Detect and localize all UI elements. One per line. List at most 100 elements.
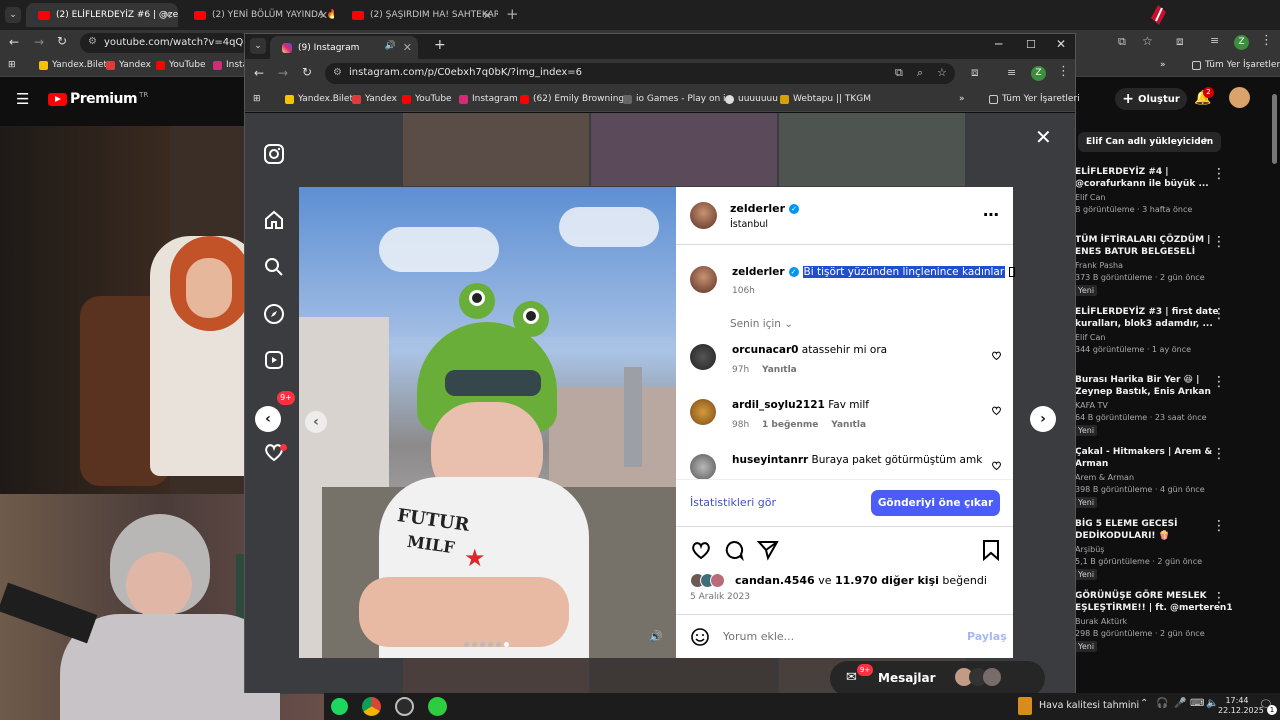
share-paper-plane-icon[interactable] — [757, 539, 779, 561]
bookmark-io-games[interactable]: io Games - Play on i... — [623, 94, 734, 104]
volume-icon[interactable]: 🔈 — [1206, 698, 1218, 709]
bookmark-youtube[interactable]: YouTube — [156, 60, 206, 70]
video-options-icon[interactable]: ⋮ — [1212, 306, 1226, 322]
user-avatar[interactable] — [1229, 87, 1250, 108]
back-arrow-icon[interactable]: ← — [254, 66, 264, 80]
tab-youtube-eliflerdeyiz[interactable]: (2) ELİFLERDEYİZ #6 | @zelderle ✕ — [26, 3, 178, 27]
youtube-premium-logo[interactable]: Premium TR — [48, 91, 148, 107]
star-icon[interactable]: ☆ — [937, 66, 947, 79]
like-heart-icon[interactable] — [690, 539, 712, 561]
next-post-button[interactable]: › — [1030, 406, 1056, 432]
search-icon[interactable] — [263, 256, 285, 278]
boost-post-button[interactable]: Gönderiyi öne çıkar — [871, 490, 1000, 516]
bookmarks-overflow-icon[interactable]: » — [959, 94, 965, 104]
profile-avatar[interactable]: Z — [1031, 66, 1046, 81]
grid-thumbnail[interactable] — [591, 113, 777, 186]
comment-like-heart-icon[interactable] — [991, 460, 1002, 471]
tab-search-button[interactable]: ⌄ — [250, 38, 266, 54]
chrome-icon[interactable] — [362, 697, 381, 716]
clock[interactable]: 17:44 22.12.2025 — [1218, 696, 1264, 716]
site-info-icon[interactable]: ⚙ — [88, 36, 97, 47]
more-options-icon[interactable]: ⋯ — [983, 205, 1000, 224]
extensions-icon[interactable]: ⧈ — [1176, 34, 1184, 49]
window-close-icon[interactable]: ✕ — [1056, 37, 1066, 51]
video-options-icon[interactable]: ⋮ — [1212, 374, 1226, 390]
close-modal-icon[interactable]: ✕ — [1035, 125, 1052, 149]
comment-bubble-icon[interactable] — [723, 539, 745, 561]
chevron-right-icon[interactable]: › — [1203, 133, 1208, 148]
video-options-icon[interactable]: ⋮ — [1212, 234, 1226, 250]
video-options-icon[interactable]: ⋮ — [1212, 166, 1226, 182]
media-control-icon[interactable]: ≡ — [1007, 66, 1016, 79]
spotify-icon[interactable] — [331, 698, 348, 715]
weather-text[interactable]: Hava kalitesi tahmini — [1039, 700, 1139, 711]
home-icon[interactable] — [263, 209, 285, 231]
post-location[interactable]: İstanbul — [730, 219, 768, 230]
sidebar-video-item[interactable]: Çakal - Hitmakers | Arem & Arman Arem & … — [1075, 446, 1275, 508]
reply-button[interactable]: Yanıtla — [831, 420, 866, 430]
bookmark-instagram[interactable]: Insta — [213, 60, 248, 70]
comment-likes[interactable]: 1 beğenme — [762, 420, 818, 430]
bookmark-uuuuuuu[interactable]: uuuuuuu — [725, 94, 778, 104]
bookmark-yandex-bilet[interactable]: Yandex.Bilet — [285, 94, 353, 104]
bookmark-emily-browning[interactable]: (62) Emily Browning... — [520, 94, 633, 104]
save-bookmark-icon[interactable] — [981, 539, 1001, 561]
obs-icon[interactable] — [395, 697, 414, 716]
minimize-icon[interactable]: ─ — [995, 37, 1002, 51]
star-icon[interactable]: ☆ — [1142, 34, 1153, 48]
show-hidden-icons[interactable]: ⌃ — [1140, 698, 1148, 709]
reload-icon[interactable]: ↻ — [302, 65, 312, 79]
comment-like-heart-icon[interactable] — [991, 350, 1002, 361]
sidebar-video-item[interactable]: ELİFLERDEYİZ #3 | first date kuralları, … — [1075, 306, 1275, 354]
owner-avatar[interactable] — [690, 202, 717, 229]
address-bar[interactable]: ⚙ youtube.com/watch?v=4qQbW7p — [80, 33, 272, 53]
hamburger-menu-icon[interactable]: ☰ — [16, 90, 29, 108]
grid-thumbnail[interactable] — [779, 113, 965, 186]
comment-filter-dropdown[interactable]: Senin için ⌄ — [730, 318, 793, 330]
media-control-icon[interactable]: ≡ — [1210, 34, 1219, 47]
sidebar-video-item[interactable]: Burası Harika Bir Yer 😆 | Zeynep Bastık,… — [1075, 374, 1275, 436]
close-icon[interactable]: ✕ — [163, 9, 172, 22]
prev-post-button[interactable]: ‹ — [255, 406, 281, 432]
address-bar[interactable]: ⚙ instagram.com/p/C0ebxh7q0bK/?img_index… — [325, 63, 955, 84]
apps-icon[interactable]: ⊞ — [253, 94, 261, 104]
close-icon[interactable]: ✕ — [403, 41, 412, 54]
bookmarks-overflow-icon[interactable]: » — [1160, 60, 1166, 70]
liked-by-user[interactable]: candan.4546 — [735, 574, 815, 587]
emoji-picker-icon[interactable] — [690, 627, 710, 647]
video-options-icon[interactable]: ⋮ — [1212, 590, 1226, 606]
headset-icon[interactable]: 🎧 — [1156, 698, 1168, 709]
site-info-icon[interactable]: ⚙ — [333, 67, 342, 78]
bookmark-webtapu[interactable]: Webtapu || TKGM — [780, 94, 871, 104]
instagram-logo-icon[interactable] — [263, 143, 285, 165]
apps-icon[interactable]: ⊞ — [8, 60, 16, 70]
grid-thumbnail[interactable] — [403, 658, 589, 693]
create-button[interactable]: + Oluştur — [1115, 88, 1187, 110]
menu-icon[interactable]: ⋮ — [1057, 64, 1070, 79]
cast-icon[interactable]: ⧉ — [1118, 35, 1126, 49]
speaker-icon[interactable]: 🔊 — [385, 41, 396, 51]
tab-search-button[interactable]: ⌄ — [5, 7, 21, 23]
likes-count-link[interactable]: 11.970 diğer kişi — [835, 574, 939, 587]
bookmark-yandex[interactable]: Yandex — [106, 60, 151, 70]
post-comment-button[interactable]: Paylaş — [967, 630, 1007, 643]
comment-like-heart-icon[interactable] — [991, 405, 1002, 416]
video-options-icon[interactable]: ⋮ — [1212, 446, 1226, 462]
extensions-icon[interactable]: ⧈ — [971, 65, 979, 80]
reply-button[interactable]: Yanıtla — [762, 365, 797, 375]
tab-youtube-sasirdim[interactable]: (2) ŞAŞIRDIM HA! SAHTEKARL/ ✕ — [340, 3, 498, 27]
caption-time[interactable]: 106h — [732, 286, 755, 296]
bookmark-yandex-bilet[interactable]: Yandex.Bilet — [39, 60, 107, 70]
reload-icon[interactable]: ↻ — [57, 34, 67, 48]
forward-arrow-icon[interactable]: → — [34, 35, 44, 49]
cast-icon[interactable]: ⧉ — [895, 66, 903, 80]
post-image[interactable]: FUTUR MILF ★ 🔊 ‹ — [299, 187, 676, 658]
close-icon[interactable]: ✕ — [483, 9, 492, 22]
commenter-avatar[interactable] — [690, 399, 716, 425]
bookmark-yandex[interactable]: Yandex — [352, 94, 397, 104]
grid-thumbnail[interactable] — [591, 658, 777, 693]
scrollbar-thumb[interactable] — [1272, 94, 1277, 164]
microphone-icon[interactable]: 🎤 — [1174, 698, 1186, 709]
all-bookmarks-folder[interactable]: Tüm Yer İşaretleri — [989, 94, 1080, 104]
explore-compass-icon[interactable] — [263, 303, 285, 325]
